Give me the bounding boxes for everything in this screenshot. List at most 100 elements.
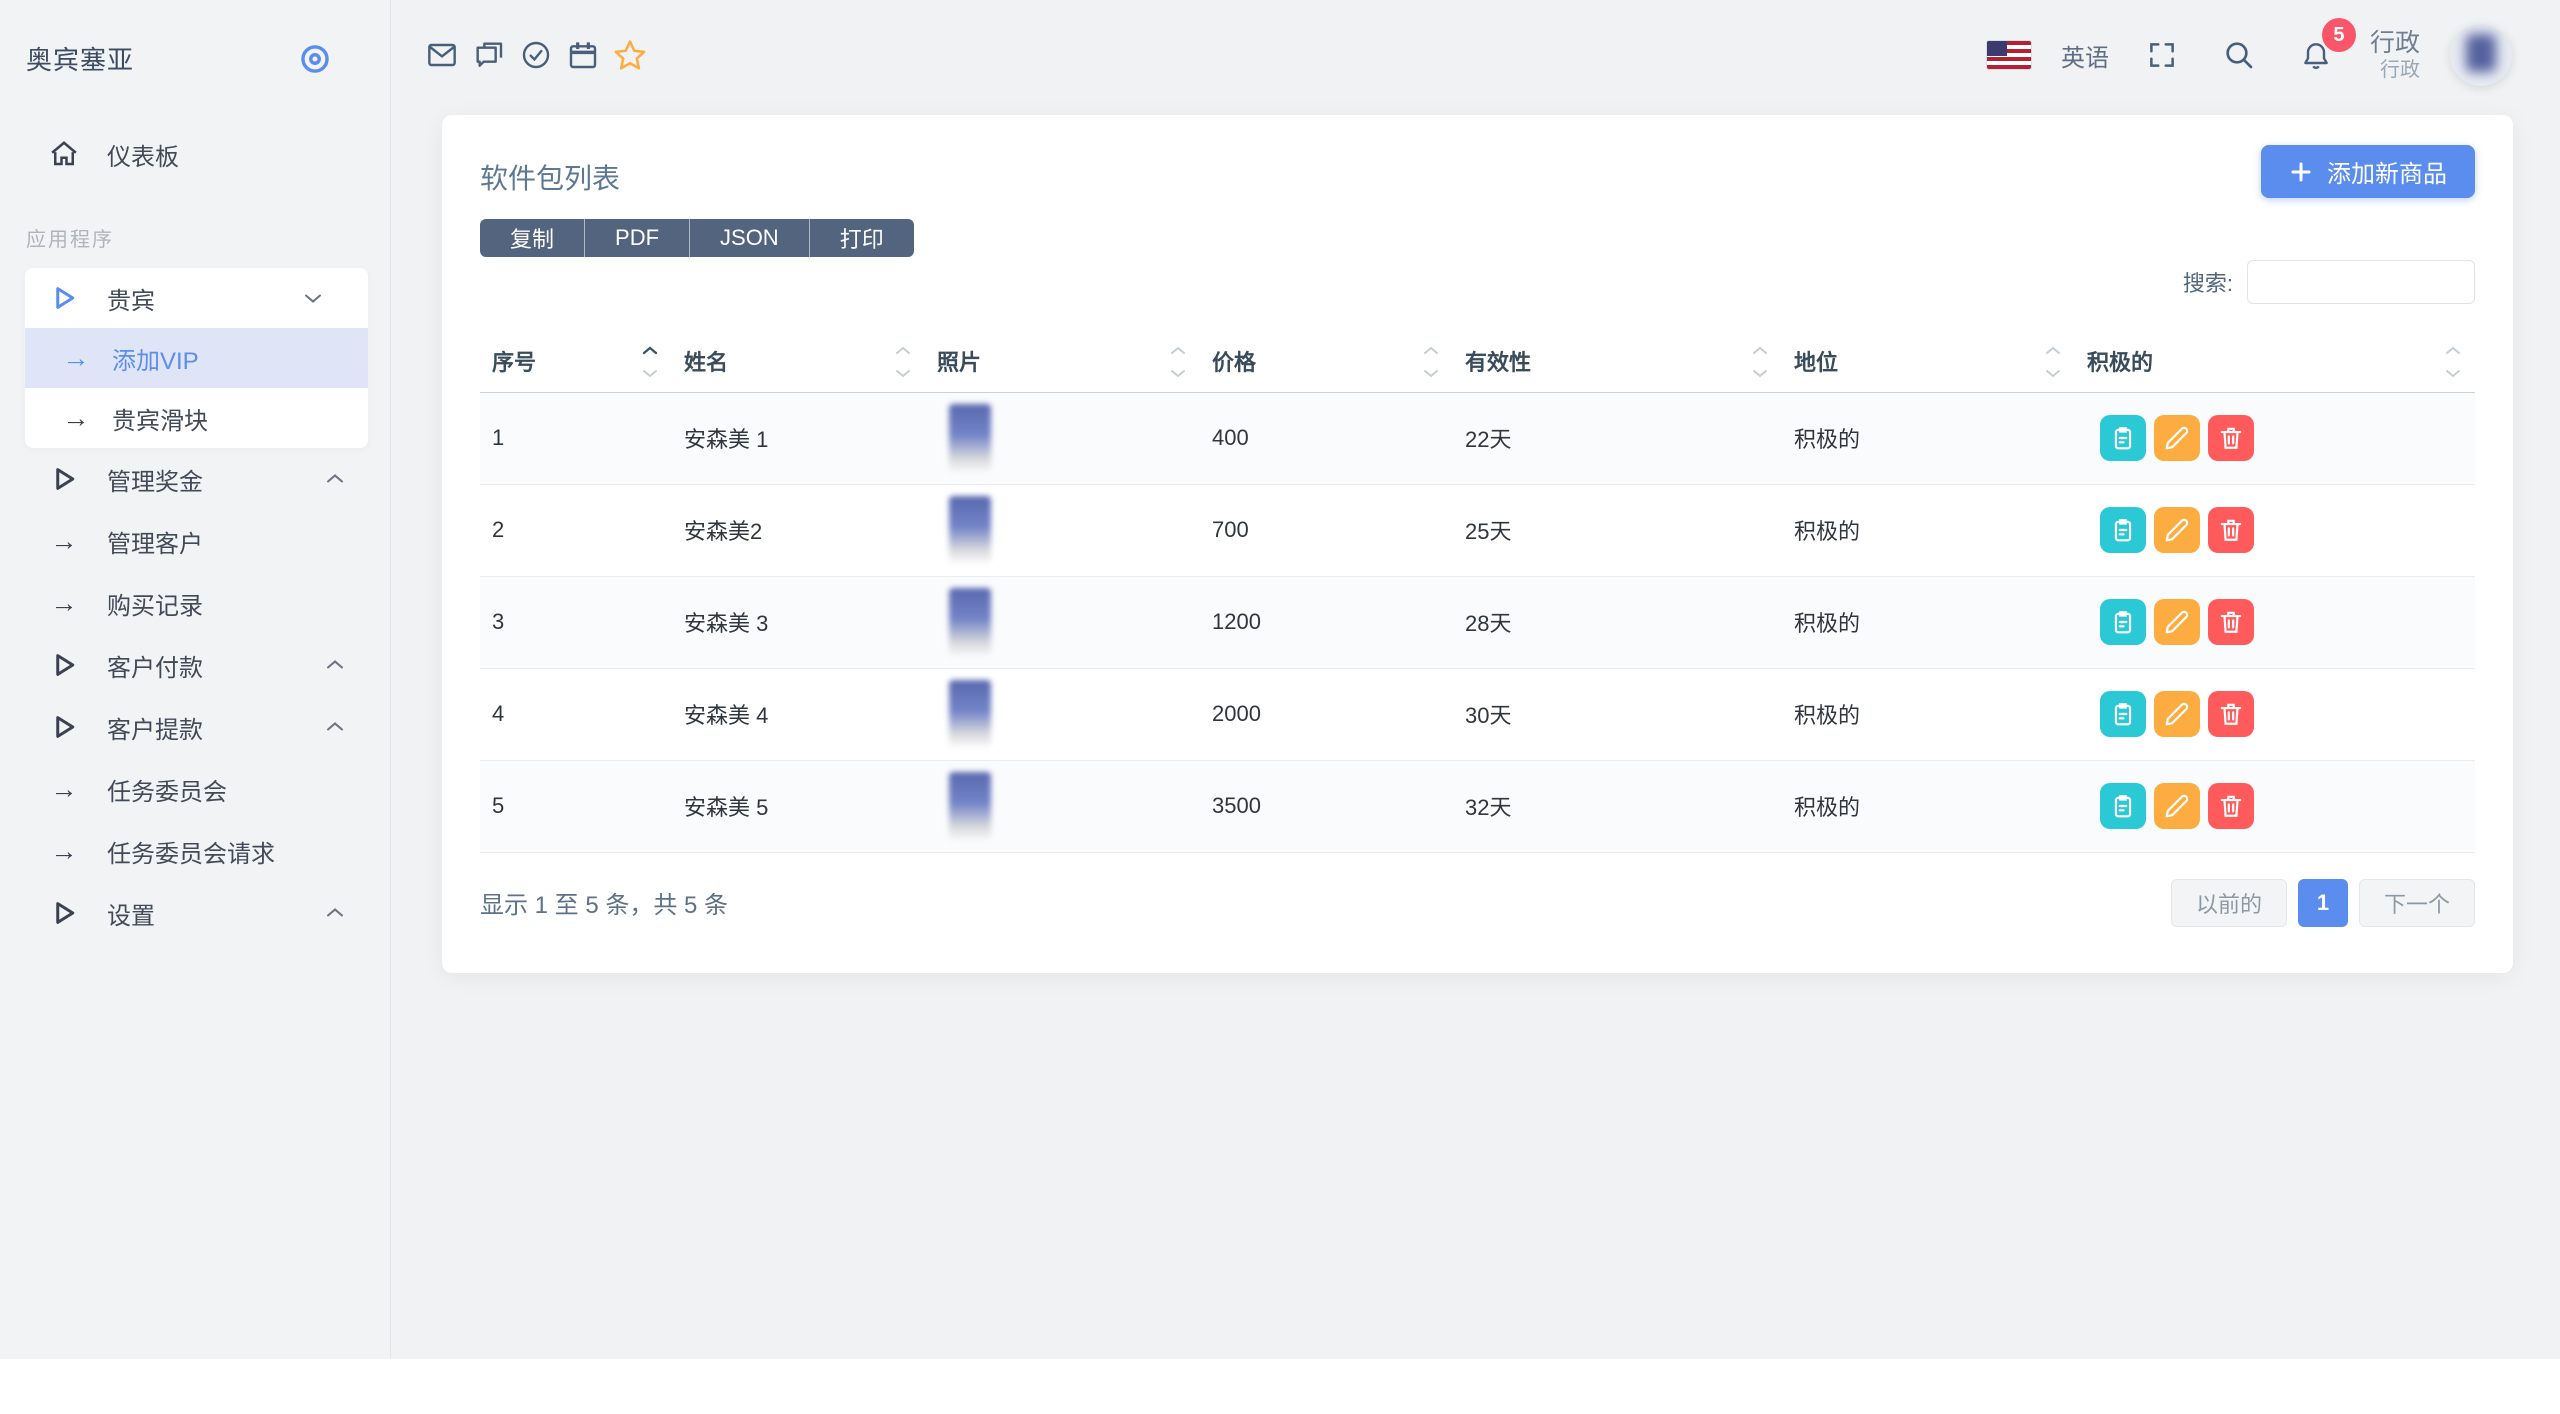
packages-table: 序号 姓名 照片 价格 有效性 地位 积极的 1 安森美 1 400 22天 积… xyxy=(480,344,2475,853)
sidebar-item-task-committee[interactable]: → 任务委员会 xyxy=(0,758,390,820)
chevron-up-icon xyxy=(325,659,345,671)
column-header-validity[interactable]: 有效性 xyxy=(1453,344,1782,393)
chevron-up-icon xyxy=(325,907,345,919)
sidebar-item-purchase-history[interactable]: → 购买记录 xyxy=(0,572,390,634)
sidebar-item-manage-bonus[interactable]: 管理奖金 xyxy=(0,448,390,510)
arrow-right-icon: → xyxy=(50,835,78,866)
play-triangle-icon xyxy=(48,650,80,680)
chevron-down-icon xyxy=(303,292,323,304)
column-header-name[interactable]: 姓名 xyxy=(672,344,925,393)
sidebar-item-add-vip[interactable]: → 添加VIP xyxy=(25,328,368,388)
edit-button[interactable] xyxy=(2154,507,2200,553)
delete-button[interactable] xyxy=(2208,507,2254,553)
view-details-button[interactable] xyxy=(2100,691,2146,737)
notifications-bell-icon[interactable]: 5 xyxy=(2293,18,2356,78)
delete-button[interactable] xyxy=(2208,415,2254,461)
table-row: 4 安森美 4 2000 30天 积极的 xyxy=(480,668,2475,761)
check-circle-icon[interactable] xyxy=(512,32,559,78)
app-root: 奥宾塞亚 仪表板 应用程序 贵宾 → 添加VIP → 贵宾滑块 管理奖金 → 管… xyxy=(0,0,2560,1359)
edit-button[interactable] xyxy=(2154,599,2200,645)
delete-button[interactable] xyxy=(2208,691,2254,737)
edit-button[interactable] xyxy=(2154,415,2200,461)
next-page-button[interactable]: 下一个 xyxy=(2358,878,2475,927)
edit-button[interactable] xyxy=(2154,783,2200,829)
column-header-status[interactable]: 地位 xyxy=(1782,344,2075,393)
user-role: 行政 xyxy=(2380,59,2420,81)
pdf-button[interactable]: PDF xyxy=(585,219,691,257)
copy-button[interactable]: 复制 xyxy=(480,219,586,257)
column-header-price[interactable]: 价格 xyxy=(1200,344,1453,393)
product-photo xyxy=(949,680,991,748)
fullscreen-icon[interactable] xyxy=(2139,32,2186,78)
sidebar-item-customer-payments[interactable]: 客户付款 xyxy=(0,634,390,696)
play-triangle-icon xyxy=(48,283,80,313)
chevron-up-icon xyxy=(325,721,345,733)
sidebar-item-dashboard[interactable]: 仪表板 xyxy=(0,123,390,185)
notification-badge: 5 xyxy=(2321,18,2356,52)
search-label: 搜索: xyxy=(2182,271,2233,296)
search-icon[interactable] xyxy=(2216,32,2263,78)
search-input[interactable] xyxy=(2247,260,2475,304)
sidebar-toggle-icon[interactable] xyxy=(298,42,332,76)
table-row: 5 安森美 5 3500 32天 积极的 xyxy=(480,760,2475,853)
play-triangle-icon xyxy=(48,712,80,742)
plus-icon xyxy=(2289,160,2313,184)
view-details-button[interactable] xyxy=(2100,599,2146,645)
sidebar-item-manage-customers[interactable]: → 管理客户 xyxy=(0,510,390,572)
delete-button[interactable] xyxy=(2208,783,2254,829)
pagination: 以前的 1 下一个 xyxy=(2170,878,2475,927)
chat-icon[interactable] xyxy=(465,32,512,78)
avatar[interactable] xyxy=(2450,24,2512,86)
mail-icon[interactable] xyxy=(418,32,465,78)
sort-icons xyxy=(2045,346,2061,378)
sort-icons xyxy=(895,346,911,378)
arrow-right-icon: → xyxy=(50,773,78,804)
user-name: 行政 xyxy=(2369,29,2420,57)
package-list-card: 软件包列表 复制 PDF JSON 打印 添加新商品 搜索: 序号 姓名 照片 … xyxy=(442,115,2513,973)
page-title: 软件包列表 xyxy=(480,163,621,194)
delete-button[interactable] xyxy=(2208,599,2254,645)
product-photo xyxy=(949,772,991,840)
chevron-up-icon xyxy=(325,473,345,485)
sort-icons xyxy=(2445,346,2461,378)
language-label[interactable]: 英语 xyxy=(2061,38,2109,73)
table-row: 2 安森美2 700 25天 积极的 xyxy=(480,484,2475,577)
print-button[interactable]: 打印 xyxy=(809,219,914,257)
table-info-text: 显示 1 至 5 条，共 5 条 xyxy=(480,892,729,919)
column-header-active[interactable]: 积极的 xyxy=(2075,344,2475,393)
table-row: 1 安森美 1 400 22天 积极的 xyxy=(480,392,2475,485)
sidebar-item-vip-slider[interactable]: → 贵宾滑块 xyxy=(25,388,368,448)
edit-button[interactable] xyxy=(2154,691,2200,737)
product-photo xyxy=(949,588,991,656)
sidebar-item-settings[interactable]: 设置 xyxy=(0,882,390,944)
previous-page-button[interactable]: 以前的 xyxy=(2170,878,2287,927)
play-triangle-icon xyxy=(48,464,80,494)
json-button[interactable]: JSON xyxy=(690,219,810,257)
arrow-right-icon: → xyxy=(50,525,78,556)
view-details-button[interactable] xyxy=(2100,415,2146,461)
page-number-button[interactable]: 1 xyxy=(2297,878,2348,927)
calendar-icon[interactable] xyxy=(559,32,606,78)
export-button-group: 复制 PDF JSON 打印 xyxy=(480,219,914,257)
main-area: 英语 5 行政 行政 软件包列表 复制 PDF JSON 打印 添加新商品 搜索… xyxy=(391,0,2560,1359)
arrow-right-icon: → xyxy=(50,587,78,618)
column-header-photo[interactable]: 照片 xyxy=(925,344,1200,393)
column-header-sn[interactable]: 序号 xyxy=(480,344,672,393)
star-icon[interactable] xyxy=(606,32,653,78)
sort-icons xyxy=(642,346,658,378)
sort-icons xyxy=(1170,346,1186,378)
arrow-right-icon: → xyxy=(62,402,90,433)
view-details-button[interactable] xyxy=(2100,783,2146,829)
sidebar-item-task-committee-requests[interactable]: → 任务委员会请求 xyxy=(0,820,390,882)
add-new-product-button[interactable]: 添加新商品 xyxy=(2261,145,2475,198)
brand-title: 奥宾塞亚 xyxy=(26,45,135,75)
play-triangle-icon xyxy=(48,898,80,928)
view-details-button[interactable] xyxy=(2100,507,2146,553)
sort-icons xyxy=(1752,346,1768,378)
us-flag-icon[interactable] xyxy=(1986,41,2031,69)
user-menu[interactable]: 行政 行政 xyxy=(2370,28,2420,82)
arrow-right-icon: → xyxy=(62,342,90,373)
sidebar-item-vip[interactable]: 贵宾 xyxy=(25,268,368,328)
sidebar-item-customer-withdrawals[interactable]: 客户提款 xyxy=(0,696,390,758)
sidebar: 奥宾塞亚 仪表板 应用程序 贵宾 → 添加VIP → 贵宾滑块 管理奖金 → 管… xyxy=(0,0,391,1359)
